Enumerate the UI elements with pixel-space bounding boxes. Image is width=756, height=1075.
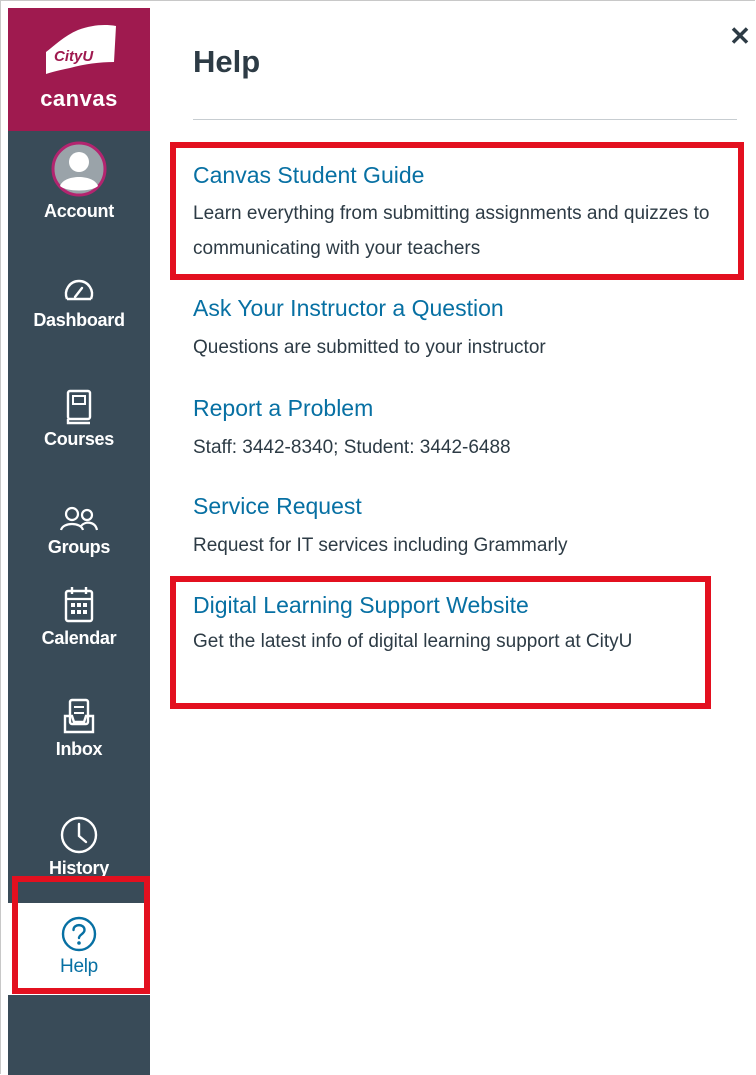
nav-label-courses: Courses — [44, 429, 114, 449]
help-nav-highlight — [12, 876, 150, 994]
nav-label-dashboard: Dashboard — [33, 310, 125, 330]
nav-item-courses[interactable]: Courses — [8, 388, 150, 450]
close-icon[interactable]: ✕ — [728, 23, 752, 49]
cityu-canvas-logo[interactable]: CityU canvas — [8, 8, 150, 131]
nav-label-groups: Groups — [47, 537, 111, 557]
nav-label-account: Account — [44, 201, 114, 221]
panel-title: Help — [193, 44, 261, 79]
panel-divider — [193, 119, 737, 120]
avatar-icon — [51, 141, 107, 197]
groups-icon — [59, 506, 99, 531]
inbox-icon — [63, 698, 95, 734]
nav-item-account[interactable]: Account — [8, 140, 150, 222]
nav-label-inbox: Inbox — [55, 739, 103, 759]
link-service-request[interactable]: Service Request — [193, 493, 362, 520]
nav-item-groups[interactable]: Groups — [8, 504, 150, 558]
logo-text: CityU — [54, 48, 94, 65]
link-report-problem[interactable]: Report a Problem — [193, 395, 373, 422]
desc-ask-instructor: Questions are submitted to your instruct… — [193, 337, 546, 358]
link-ask-instructor[interactable]: Ask Your Instructor a Question — [193, 295, 504, 322]
digital-learning-highlight — [170, 576, 711, 709]
desc-report-problem: Staff: 3442-8340; Student: 3442-6488 — [193, 437, 511, 458]
nav-item-calendar[interactable]: Calendar — [8, 585, 150, 649]
nav-item-inbox[interactable]: Inbox — [8, 698, 150, 760]
calendar-icon — [64, 587, 94, 623]
nav-label-calendar: Calendar — [41, 628, 117, 648]
guide-highlight — [170, 142, 744, 280]
dashboard-icon — [64, 279, 94, 301]
courses-icon — [66, 389, 92, 425]
desc-service-request: Request for IT services including Gramma… — [193, 535, 568, 556]
history-icon — [60, 816, 98, 854]
nav-item-history[interactable]: History — [8, 815, 150, 879]
logo-subtitle: canvas — [40, 86, 118, 111]
nav-item-dashboard[interactable]: Dashboard — [8, 273, 150, 331]
